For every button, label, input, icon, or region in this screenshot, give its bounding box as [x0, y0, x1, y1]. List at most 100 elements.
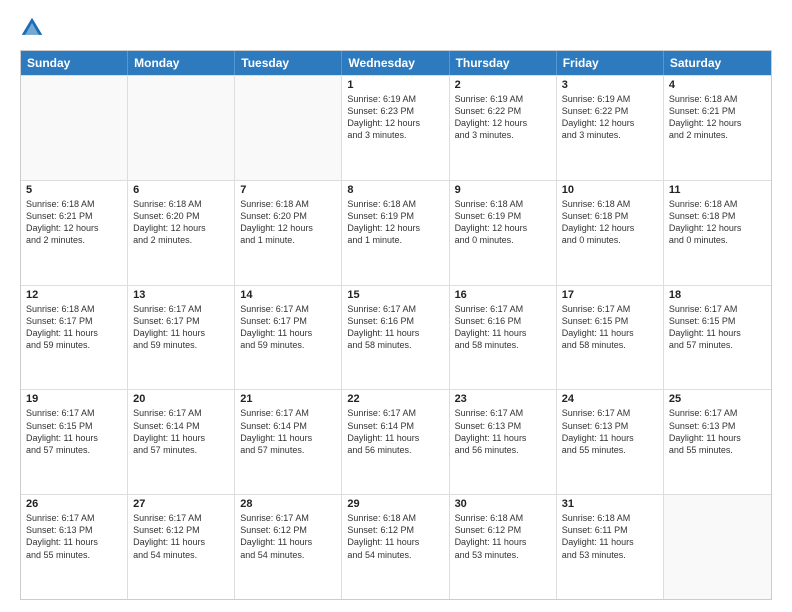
cell-line: Sunset: 6:20 PM: [240, 210, 336, 222]
cell-line: and 55 minutes.: [26, 549, 122, 561]
cell-line: Sunrise: 6:19 AM: [455, 93, 551, 105]
logo: [20, 16, 48, 40]
cell-line: Sunset: 6:13 PM: [669, 420, 766, 432]
calendar-cell: 12Sunrise: 6:18 AMSunset: 6:17 PMDayligh…: [21, 286, 128, 390]
day-number: 22: [347, 393, 443, 405]
calendar-cell: 21Sunrise: 6:17 AMSunset: 6:14 PMDayligh…: [235, 390, 342, 494]
cell-line: Daylight: 12 hours: [240, 222, 336, 234]
cell-line: Sunset: 6:18 PM: [562, 210, 658, 222]
cell-line: Sunset: 6:20 PM: [133, 210, 229, 222]
cell-line: Sunrise: 6:18 AM: [562, 512, 658, 524]
cell-line: Daylight: 11 hours: [240, 536, 336, 548]
cell-line: Sunset: 6:17 PM: [26, 315, 122, 327]
cell-line: Daylight: 11 hours: [347, 536, 443, 548]
cell-line: and 0 minutes.: [455, 234, 551, 246]
cell-line: Sunrise: 6:17 AM: [26, 512, 122, 524]
day-number: 12: [26, 289, 122, 301]
calendar-body: 1 Sunrise: 6:19 AM Sunset: 6:23 PM Daylight…: [21, 75, 771, 599]
cell-line: and 59 minutes.: [133, 339, 229, 351]
cal-header-day: Friday: [557, 51, 664, 75]
cell-line: and 56 minutes.: [455, 444, 551, 456]
day-number: 4: [669, 79, 766, 91]
cell-line: Sunset: 6:19 PM: [455, 210, 551, 222]
day-number: 30: [455, 498, 551, 510]
cell-line: Sunset: 6:17 PM: [133, 315, 229, 327]
cell-line: Daylight: 12 hours: [133, 222, 229, 234]
calendar-row: 26Sunrise: 6:17 AMSunset: 6:13 PMDayligh…: [21, 494, 771, 599]
calendar-cell: 10Sunrise: 6:18 AMSunset: 6:18 PMDayligh…: [557, 181, 664, 285]
cell-line: Daylight: 12 hours: [669, 117, 766, 129]
cell-line: and 55 minutes.: [562, 444, 658, 456]
cell-line: and 53 minutes.: [455, 549, 551, 561]
calendar-cell: [21, 76, 128, 180]
page: SundayMondayTuesdayWednesdayThursdayFrid…: [0, 0, 792, 612]
cell-line: Sunset: 6:15 PM: [669, 315, 766, 327]
day-number: 27: [133, 498, 229, 510]
day-number: 18: [669, 289, 766, 301]
cell-line: Sunset: 6:12 PM: [455, 524, 551, 536]
day-number: 31: [562, 498, 658, 510]
calendar-cell: 6Sunrise: 6:18 AMSunset: 6:20 PMDaylight…: [128, 181, 235, 285]
cell-line: Sunset: 6:15 PM: [26, 420, 122, 432]
cell-line: Sunrise: 6:18 AM: [669, 198, 766, 210]
calendar-cell: 2Sunrise: 6:19 AMSunset: 6:22 PMDaylight…: [450, 76, 557, 180]
day-number: 1: [347, 79, 443, 91]
cell-line: and 0 minutes.: [669, 234, 766, 246]
cell-line: Sunrise: 6:18 AM: [240, 198, 336, 210]
cell-line: and 59 minutes.: [26, 339, 122, 351]
cell-line: Sunset: 6:16 PM: [455, 315, 551, 327]
cell-line: Sunset: 6:18 PM: [669, 210, 766, 222]
cell-line: Sunrise: 6:17 AM: [562, 407, 658, 419]
cell-line: Sunrise: 6:18 AM: [455, 198, 551, 210]
cell-line: Sunset: 6:23 PM: [347, 105, 443, 117]
cell-line: Daylight: 11 hours: [347, 432, 443, 444]
day-number: 28: [240, 498, 336, 510]
cell-line: Sunset: 6:14 PM: [133, 420, 229, 432]
day-number: 8: [347, 184, 443, 196]
day-number: 7: [240, 184, 336, 196]
calendar-cell: 19Sunrise: 6:17 AMSunset: 6:15 PMDayligh…: [21, 390, 128, 494]
cell-line: Sunset: 6:11 PM: [562, 524, 658, 536]
cell-line: and 59 minutes.: [240, 339, 336, 351]
cell-line: and 56 minutes.: [347, 444, 443, 456]
calendar-cell: 25Sunrise: 6:17 AMSunset: 6:13 PMDayligh…: [664, 390, 771, 494]
calendar-row: 5Sunrise: 6:18 AMSunset: 6:21 PMDaylight…: [21, 180, 771, 285]
cell-line: Sunset: 6:13 PM: [455, 420, 551, 432]
cell-line: Daylight: 11 hours: [455, 432, 551, 444]
day-number: 25: [669, 393, 766, 405]
cell-line: Sunrise: 6:18 AM: [347, 512, 443, 524]
cell-line: Daylight: 12 hours: [669, 222, 766, 234]
cell-line: and 3 minutes.: [347, 129, 443, 141]
day-number: 13: [133, 289, 229, 301]
cell-line: Daylight: 11 hours: [240, 327, 336, 339]
cell-line: Daylight: 12 hours: [562, 222, 658, 234]
cell-line: Sunrise: 6:18 AM: [669, 93, 766, 105]
cell-line: Sunset: 6:13 PM: [562, 420, 658, 432]
calendar-cell: 1Sunrise: 6:19 AMSunset: 6:23 PMDaylight…: [342, 76, 449, 180]
cell-line: Daylight: 11 hours: [562, 432, 658, 444]
cal-header-day: Thursday: [450, 51, 557, 75]
cell-line: Sunrise: 6:18 AM: [455, 512, 551, 524]
cell-line: and 57 minutes.: [26, 444, 122, 456]
logo-icon: [20, 16, 44, 40]
cell-line: Sunset: 6:19 PM: [347, 210, 443, 222]
cell-line: and 3 minutes.: [562, 129, 658, 141]
cell-line: Sunrise: 6:18 AM: [26, 198, 122, 210]
day-number: 9: [455, 184, 551, 196]
calendar-cell: 11Sunrise: 6:18 AMSunset: 6:18 PMDayligh…: [664, 181, 771, 285]
cell-line: Daylight: 11 hours: [562, 327, 658, 339]
cell-line: and 54 minutes.: [347, 549, 443, 561]
calendar-cell: 24Sunrise: 6:17 AMSunset: 6:13 PMDayligh…: [557, 390, 664, 494]
calendar-cell: 9Sunrise: 6:18 AMSunset: 6:19 PMDaylight…: [450, 181, 557, 285]
calendar-row: 19Sunrise: 6:17 AMSunset: 6:15 PMDayligh…: [21, 389, 771, 494]
cal-header-day: Wednesday: [342, 51, 449, 75]
cell-line: Sunrise: 6:17 AM: [347, 303, 443, 315]
cell-line: and 1 minute.: [240, 234, 336, 246]
cal-header-day: Saturday: [664, 51, 771, 75]
day-number: 10: [562, 184, 658, 196]
header: [20, 16, 772, 40]
cell-line: Daylight: 11 hours: [26, 327, 122, 339]
cell-line: Sunrise: 6:17 AM: [133, 512, 229, 524]
cell-line: Daylight: 11 hours: [26, 432, 122, 444]
calendar-cell: 22Sunrise: 6:17 AMSunset: 6:14 PMDayligh…: [342, 390, 449, 494]
